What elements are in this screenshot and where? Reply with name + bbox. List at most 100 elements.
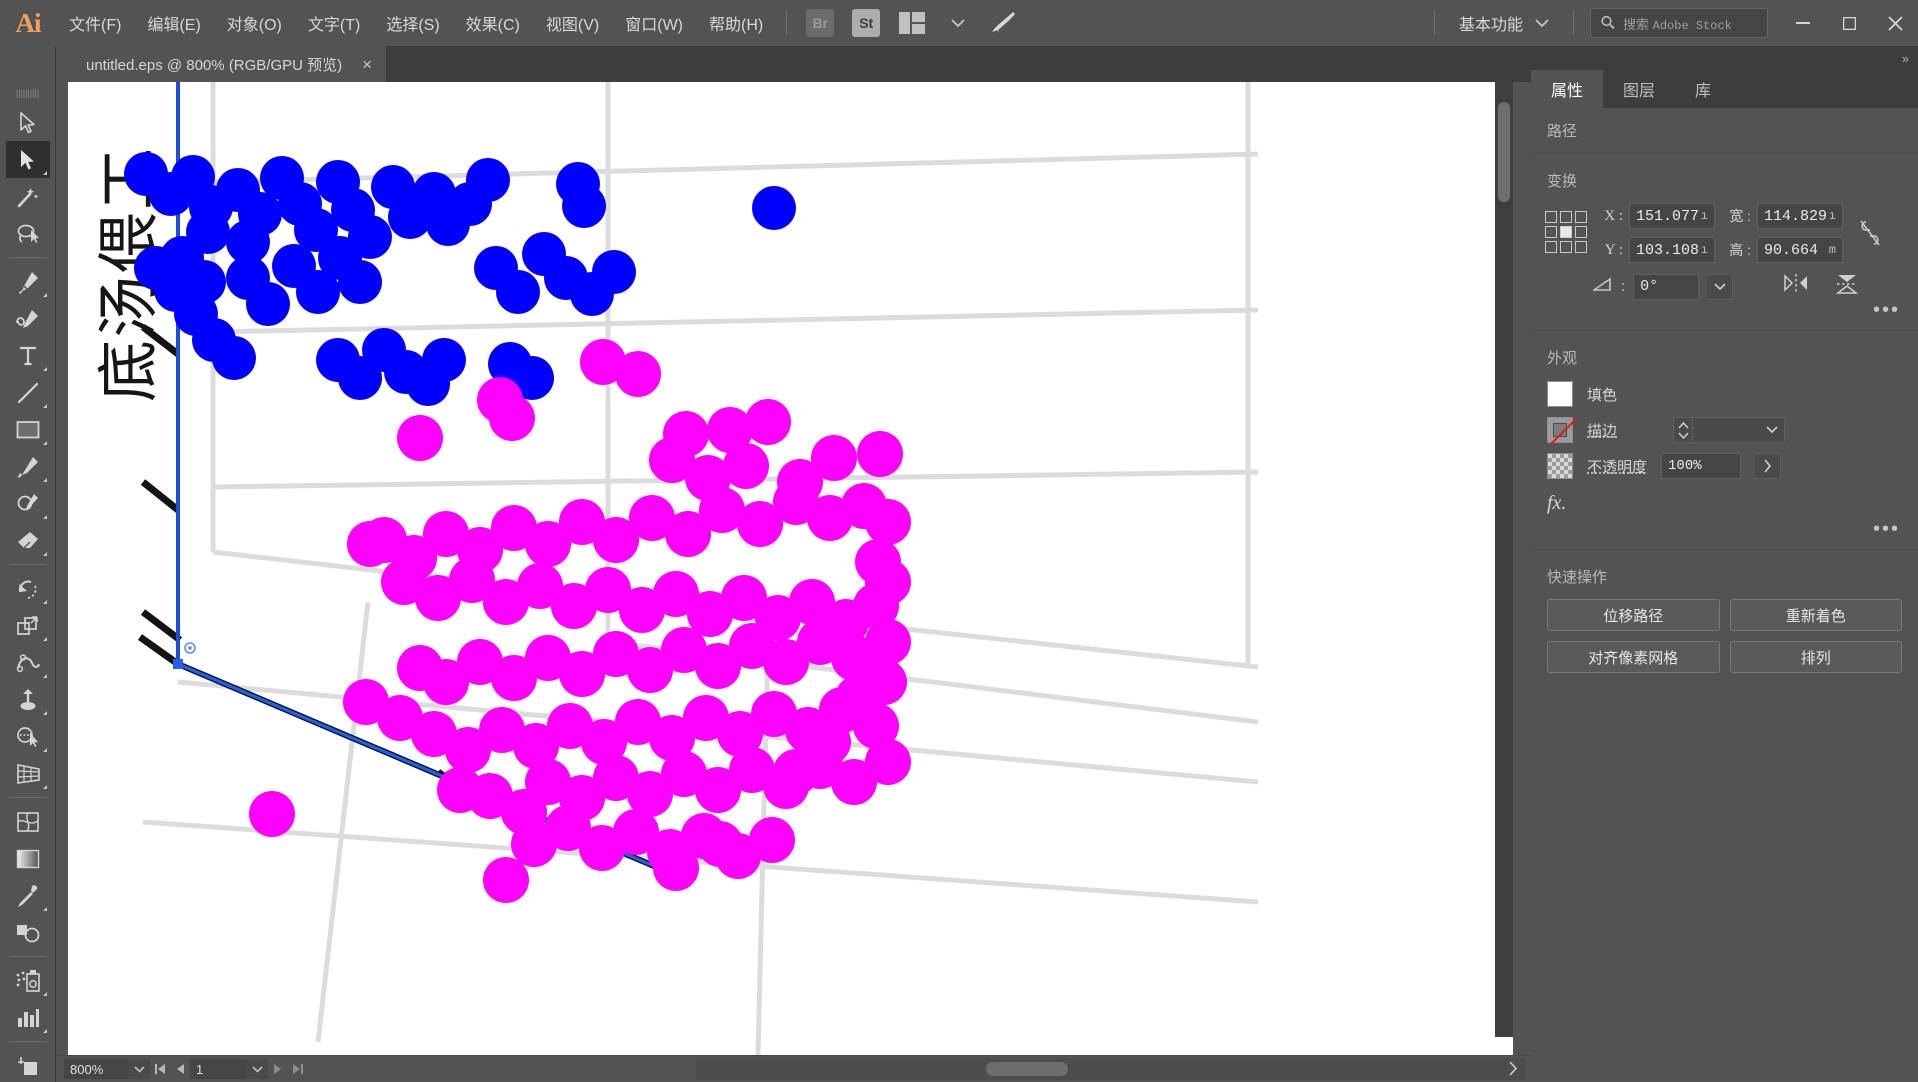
stroke-weight-input[interactable]: [1693, 417, 1759, 443]
scatter-point-magenta[interactable]: [489, 395, 535, 441]
type-tool[interactable]: [6, 337, 50, 374]
menu-edit[interactable]: 编辑(E): [134, 0, 213, 46]
toolbar-grip[interactable]: ||||||||||: [0, 82, 55, 104]
transform-more-icon[interactable]: •••: [1873, 300, 1900, 320]
scatter-point-magenta[interactable]: [397, 645, 443, 691]
opacity-swatch[interactable]: [1547, 453, 1573, 479]
scatter-point-magenta[interactable]: [811, 435, 857, 481]
scatter-point-blue[interactable]: [246, 282, 290, 326]
align-pixel-grid-button[interactable]: 对齐像素网格: [1547, 641, 1720, 673]
eyedropper-tool[interactable]: [6, 877, 50, 914]
canvas-area[interactable]: 底汤偎工: [56, 82, 1531, 1055]
page-number-field[interactable]: 1: [190, 1059, 246, 1079]
tab-layers[interactable]: 图层: [1603, 70, 1675, 108]
scatter-point-blue[interactable]: [556, 162, 600, 206]
scatter-point-blue[interactable]: [496, 270, 540, 314]
menu-view[interactable]: 视图(V): [533, 0, 612, 46]
arrange-documents-icon[interactable]: [895, 8, 929, 38]
symbol-sprayer-tool[interactable]: [6, 962, 50, 999]
shape-builder-tool[interactable]: [6, 718, 50, 755]
fx-icon[interactable]: fx.: [1547, 492, 1566, 514]
chevron-down-icon[interactable]: [941, 8, 975, 38]
direct-selection-tool[interactable]: [5, 141, 50, 178]
close-button[interactable]: [1872, 0, 1918, 46]
search-input[interactable]: 搜索 Adobe Stock: [1590, 8, 1768, 38]
zoom-dropdown-icon[interactable]: [128, 1059, 150, 1079]
rocket-icon[interactable]: [987, 8, 1021, 38]
rectangle-tool[interactable]: [6, 411, 50, 448]
opacity-options-icon[interactable]: [1755, 453, 1782, 479]
scatter-point-blue[interactable]: [422, 338, 466, 382]
free-transform-tool[interactable]: [6, 681, 50, 718]
workspace-switcher[interactable]: 基本功能: [1445, 11, 1563, 35]
opacity-input[interactable]: 100%: [1661, 453, 1742, 479]
page-dropdown-icon[interactable]: [246, 1059, 268, 1079]
scatter-point-magenta[interactable]: [437, 767, 483, 813]
maximize-button[interactable]: [1826, 0, 1872, 46]
menu-file[interactable]: 文件(F): [56, 0, 134, 46]
angle-dropdown-icon[interactable]: [1707, 273, 1734, 300]
reference-point-selector[interactable]: [1545, 211, 1587, 253]
scatter-point-blue[interactable]: [182, 260, 226, 304]
scatter-point-magenta[interactable]: [653, 845, 699, 891]
pen-tool[interactable]: [6, 263, 50, 300]
recolor-button[interactable]: 重新着色: [1729, 599, 1902, 631]
rotate-tool[interactable]: [6, 570, 50, 607]
scale-tool[interactable]: [6, 607, 50, 644]
zoom-level-field[interactable]: 800%: [64, 1059, 128, 1079]
canvas-horizontal-scrollbar[interactable]: [696, 1058, 1526, 1080]
flip-vertical-icon[interactable]: [1835, 273, 1859, 300]
scatter-point-magenta[interactable]: [857, 431, 903, 477]
scatter-point-magenta[interactable]: [249, 791, 295, 837]
width-input[interactable]: 114.829 ı: [1757, 203, 1843, 229]
scatter-point-magenta[interactable]: [855, 539, 901, 585]
shaper-tool[interactable]: [6, 485, 50, 522]
scatter-plot-artwork[interactable]: 底汤偎工: [68, 82, 1513, 1055]
horizontal-scroll-thumb[interactable]: [986, 1062, 1068, 1076]
scatter-point-magenta[interactable]: [805, 719, 851, 765]
scatter-point-blue[interactable]: [338, 260, 382, 304]
line-segment-tool[interactable]: [6, 374, 50, 411]
magic-wand-tool[interactable]: [6, 178, 50, 215]
tab-properties[interactable]: 属性: [1531, 70, 1604, 108]
selection-tool[interactable]: [6, 104, 50, 141]
scroll-right-icon[interactable]: [1508, 1061, 1518, 1081]
scatter-point-magenta[interactable]: [749, 817, 795, 863]
menu-window[interactable]: 窗口(W): [612, 0, 696, 46]
curvature-tool[interactable]: [6, 300, 50, 337]
scatter-point-magenta[interactable]: [615, 351, 661, 397]
height-input[interactable]: 90.664 m: [1757, 237, 1843, 263]
menu-select[interactable]: 选择(S): [373, 0, 452, 46]
scatter-point-magenta[interactable]: [861, 659, 907, 705]
y-input[interactable]: 103.108 ı: [1629, 237, 1715, 263]
width-tool[interactable]: [6, 644, 50, 681]
eraser-tool[interactable]: [6, 522, 50, 559]
scatter-point-magenta[interactable]: [483, 857, 529, 903]
stroke-dropdown-icon[interactable]: [1759, 417, 1785, 443]
perspective-grid-tool[interactable]: [6, 755, 50, 792]
canvas-vertical-scrollbar[interactable]: [1495, 82, 1513, 1037]
menu-type[interactable]: 文字(T): [295, 0, 373, 46]
scatter-points[interactable]: [124, 152, 911, 903]
stroke-spinner-icon[interactable]: [1673, 417, 1693, 443]
scatter-point-magenta[interactable]: [697, 821, 743, 867]
blend-tool[interactable]: [6, 914, 50, 951]
document-tab[interactable]: untitled.eps @ 800% (RGB/GPU 预览) ×: [68, 46, 387, 82]
next-page-icon[interactable]: [268, 1059, 288, 1079]
column-graph-tool[interactable]: [6, 999, 50, 1036]
first-page-icon[interactable]: [150, 1059, 170, 1079]
scatter-point-blue[interactable]: [752, 186, 796, 230]
menu-object[interactable]: 对象(O): [214, 0, 295, 46]
scatter-point-blue[interactable]: [212, 336, 256, 380]
scatter-point-magenta[interactable]: [723, 443, 769, 489]
offset-path-button[interactable]: 位移路径: [1547, 599, 1720, 631]
panel-collapse-bar[interactable]: »: [1531, 46, 1918, 70]
x-input[interactable]: 151.077 ı: [1629, 203, 1715, 229]
fill-swatch[interactable]: [1547, 381, 1573, 407]
minimize-button[interactable]: [1780, 0, 1826, 46]
scatter-point-magenta[interactable]: [745, 399, 791, 445]
artboard[interactable]: 底汤偎工: [68, 82, 1513, 1055]
appearance-more-icon[interactable]: •••: [1873, 519, 1900, 539]
vertical-scroll-thumb[interactable]: [1498, 102, 1510, 202]
flip-horizontal-icon[interactable]: [1783, 273, 1809, 300]
